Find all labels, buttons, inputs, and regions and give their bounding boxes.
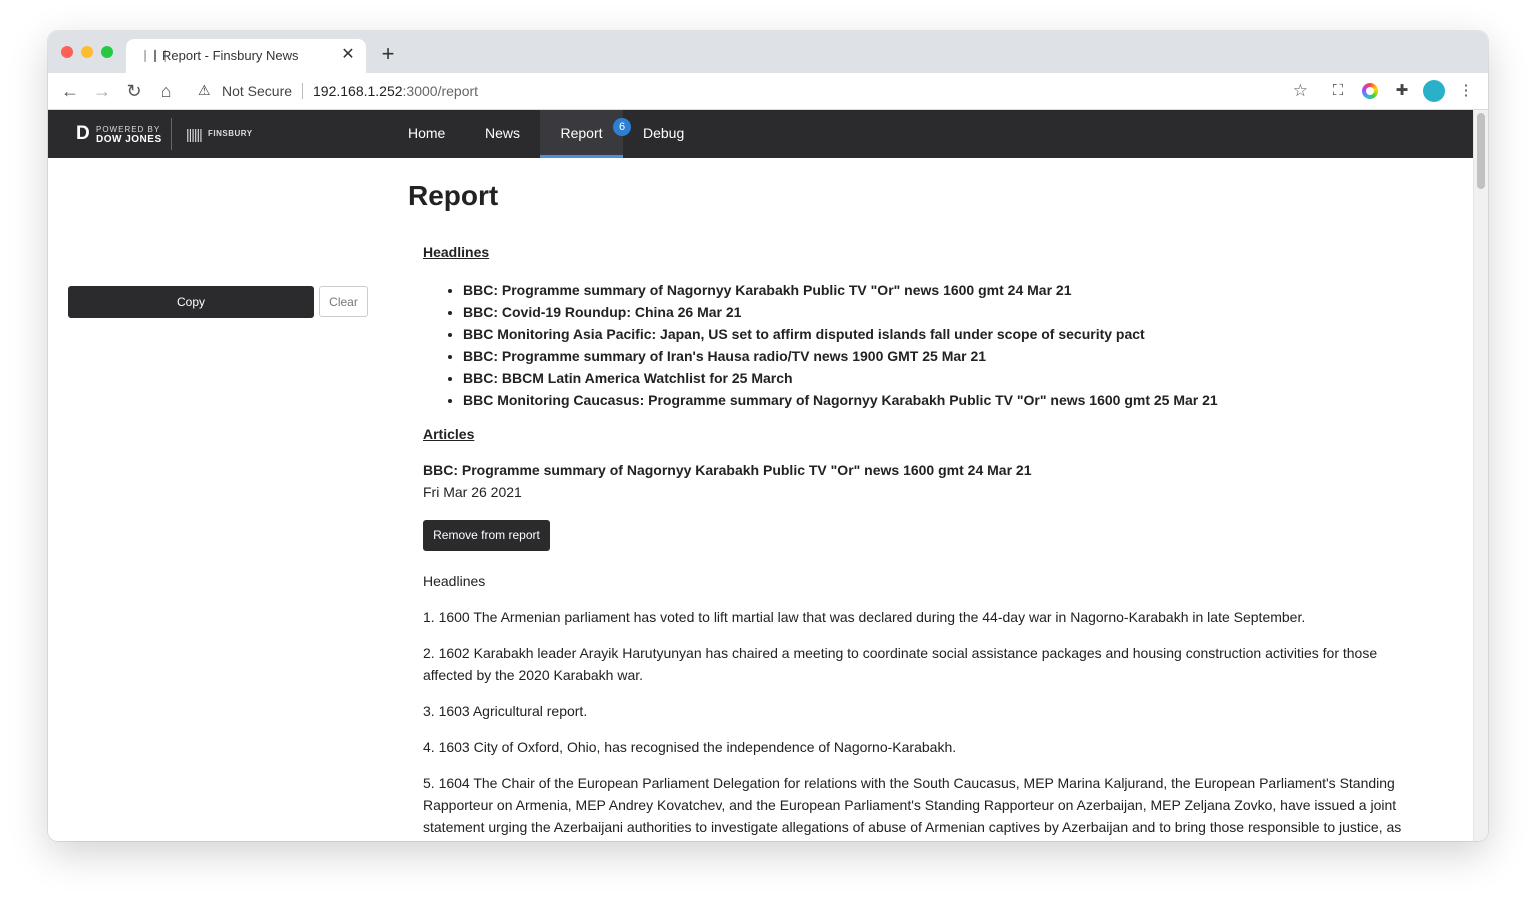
- articles-heading: Articles: [423, 426, 475, 442]
- headlines-list: BBC: Programme summary of Nagornyy Karab…: [423, 279, 1218, 411]
- headlines-heading: Headlines: [423, 244, 490, 260]
- new-tab-button[interactable]: +: [378, 43, 398, 65]
- forward-arrow-icon[interactable]: →: [90, 79, 114, 103]
- article-title: BBC: Programme summary of Nagornyy Karab…: [423, 462, 1032, 478]
- nav-news[interactable]: News: [485, 110, 520, 158]
- headline-item: BBC: BBCM Latin America Watchlist for 25…: [463, 367, 1218, 389]
- close-window-button[interactable]: [61, 46, 73, 58]
- browser-toolbar: ← → ↻ ⌂ ⚠ Not Secure 192.168.1.252:3000/…: [48, 73, 1488, 110]
- nav-home[interactable]: Home: [408, 110, 445, 158]
- tab-title: Report - Finsbury News: [162, 48, 299, 63]
- address-bar[interactable]: ⚠ Not Secure 192.168.1.252:3000/report ☆: [188, 76, 1314, 106]
- finsbury-text: FINSBURY: [208, 129, 253, 138]
- headline-item: BBC: Programme summary of Iran's Hausa r…: [463, 345, 1218, 367]
- browser-tab[interactable]: ❘❙❘ Report - Finsbury News ✕: [126, 39, 366, 73]
- url-host: 192.168.1.252: [313, 83, 403, 99]
- browser-window: ❘❙❘ Report - Finsbury News ✕ + ← → ↻ ⌂ ⚠…: [48, 31, 1488, 841]
- article-subheading: Headlines: [423, 573, 486, 589]
- finsbury-favicon-icon: ❘❙❘: [140, 48, 171, 62]
- copy-button[interactable]: Copy: [68, 286, 314, 318]
- article-paragraph: 3. 1603 Agricultural report.: [423, 703, 588, 719]
- article-date: Fri Mar 26 2021: [423, 484, 522, 500]
- back-arrow-icon[interactable]: ←: [58, 79, 82, 103]
- bookmark-star-icon[interactable]: ☆: [1293, 81, 1308, 101]
- clear-button[interactable]: Clear: [319, 286, 368, 317]
- headline-item: BBC: Covid-19 Roundup: China 26 Mar 21: [463, 301, 1218, 323]
- warning-icon: ⚠: [198, 82, 211, 98]
- report-count-badge: 6: [613, 118, 631, 136]
- profile-avatar[interactable]: [1423, 80, 1445, 102]
- nav-debug[interactable]: Debug: [643, 110, 684, 158]
- nav-report[interactable]: Report: [540, 110, 623, 158]
- headline-item: BBC Monitoring Caucasus: Programme summa…: [463, 389, 1218, 411]
- screen-capture-icon[interactable]: ⛶: [1328, 81, 1348, 101]
- reload-icon[interactable]: ↻: [122, 79, 146, 103]
- url-path: :3000/report: [402, 83, 479, 99]
- browser-menu-icon[interactable]: ⋮: [1456, 81, 1476, 101]
- headline-item: BBC Monitoring Asia Pacific: Japan, US s…: [463, 323, 1218, 345]
- powered-by-text: POWERED BY: [96, 125, 161, 134]
- close-tab-icon[interactable]: ✕: [338, 45, 358, 65]
- dow-jones-mark: D: [76, 123, 90, 144]
- article-paragraph: 5. 1604 The Chair of the European Parlia…: [423, 775, 1402, 835]
- dow-jones-text: DOW JONES: [96, 134, 162, 145]
- extensions-puzzle-icon[interactable]: ✚: [1392, 81, 1412, 101]
- brand-divider: [171, 118, 172, 150]
- page-content: D POWERED BY DOW JONES |||||| FINSBURY H…: [48, 110, 1473, 841]
- page-title: Report: [408, 180, 499, 211]
- color-picker-extension-icon[interactable]: [1362, 83, 1378, 99]
- article-paragraph: 2. 1602 Karabakh leader Arayik Harutyuny…: [423, 645, 1378, 683]
- page-scrollbar[interactable]: [1473, 110, 1488, 841]
- home-icon[interactable]: ⌂: [154, 79, 178, 103]
- url-text: 192.168.1.252:3000/report: [313, 83, 478, 99]
- address-divider: [302, 83, 303, 99]
- scrollbar-thumb[interactable]: [1477, 113, 1485, 189]
- remove-from-report-button[interactable]: Remove from report: [423, 520, 550, 551]
- minimize-window-button[interactable]: [81, 46, 93, 58]
- finsbury-wave-icon: ||||||: [186, 126, 203, 142]
- headline-item: BBC: Programme summary of Nagornyy Karab…: [463, 279, 1218, 301]
- tab-strip: ❘❙❘ Report - Finsbury News ✕ +: [48, 31, 1488, 73]
- app-navbar: D POWERED BY DOW JONES |||||| FINSBURY H…: [48, 110, 1473, 158]
- article-paragraph: 4. 1603 City of Oxford, Ohio, has recogn…: [423, 739, 957, 755]
- article-paragraph: 1. 1600 The Armenian parliament has vote…: [423, 609, 1306, 625]
- security-status: Not Secure: [222, 83, 293, 99]
- zoom-window-button[interactable]: [101, 46, 113, 58]
